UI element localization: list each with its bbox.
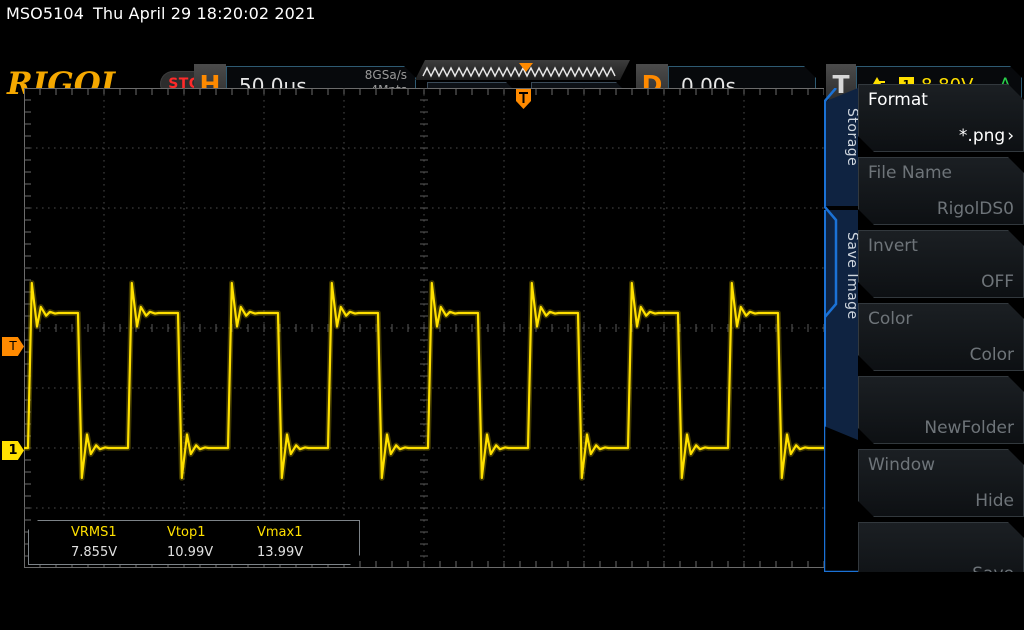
menu-panel: Format *.png › File Name RigolDS0 Invert … <box>858 84 1024 584</box>
menu-item-label: Invert <box>868 236 918 256</box>
sample-rate: 8GSa/s <box>364 68 407 82</box>
overview-trigger-marker-icon[interactable] <box>519 63 533 72</box>
trigger-level-marker[interactable]: T <box>2 337 24 356</box>
menu-item-value: Color <box>969 345 1014 365</box>
menu-item-value: RigolDS0 <box>936 199 1014 219</box>
side-tab-save-image[interactable]: Save Image <box>824 210 858 440</box>
channel1-ground-marker[interactable]: 1 <box>2 441 24 460</box>
menu-item-format[interactable]: Format *.png › <box>858 84 1024 152</box>
measurement-name: VRMS1 <box>71 525 117 540</box>
chevron-right-icon: › <box>1007 126 1014 146</box>
menu-item-file-name[interactable]: File Name RigolDS0 <box>858 157 1024 225</box>
waveform-display[interactable] <box>24 88 824 568</box>
waveform-overview-strip[interactable] <box>415 60 630 80</box>
menu-item-value: NewFolder <box>924 418 1014 438</box>
menu-item-label: File Name <box>868 163 953 183</box>
oscilloscope-screen: MSO5104 Thu April 29 18:20:02 2021 RIGOL … <box>0 0 1024 630</box>
menu-item-new-folder[interactable]: NewFolder <box>858 376 1024 444</box>
side-tab-strip: Storage Save Image <box>824 88 858 568</box>
side-tab-storage[interactable]: Storage <box>824 88 858 206</box>
menu-item-window[interactable]: Window Hide <box>858 449 1024 517</box>
bottom-bar: 1 5.00V -10.4V 2 <box>0 572 1024 630</box>
toolbar: RIGOL STOP H 50.0us 8GSa/s 4Mpts Measure… <box>0 28 1024 84</box>
measurement-item[interactable]: Vmax1 13.99V <box>257 525 303 560</box>
menu-item-value: *.png › <box>959 126 1014 146</box>
menu-item-label: Format <box>868 90 928 110</box>
instrument-model: MSO5104 <box>6 4 84 23</box>
measurement-value: 10.99V <box>167 545 214 560</box>
measurement-panel[interactable]: VRMS1 7.855V Vtop1 10.99V Vmax1 13.99V <box>28 520 360 565</box>
side-tab-storage-label: Storage <box>844 108 860 167</box>
menu-item-value: OFF <box>981 272 1014 292</box>
menu-item-invert[interactable]: Invert OFF <box>858 230 1024 298</box>
measurement-name: Vtop1 <box>167 525 206 540</box>
system-datetime: Thu April 29 18:20:02 2021 <box>92 4 316 23</box>
menu-item-color[interactable]: Color Color <box>858 303 1024 371</box>
trigger-position-marker-icon[interactable] <box>515 88 532 110</box>
measurement-value: 13.99V <box>257 545 304 560</box>
menu-item-value: Hide <box>975 491 1014 511</box>
menu-item-label: Window <box>868 455 936 475</box>
measurement-item[interactable]: Vtop1 10.99V <box>167 525 213 560</box>
grid-and-trace <box>24 88 824 568</box>
measurement-value: 7.855V <box>71 545 118 560</box>
menu-item-value-text: *.png <box>958 126 1006 146</box>
side-tab-save-image-label: Save Image <box>844 232 860 320</box>
measurement-item[interactable]: VRMS1 7.855V <box>71 525 117 560</box>
measurement-name: Vmax1 <box>257 525 303 540</box>
menu-item-label: Color <box>868 309 913 329</box>
titlebar: MSO5104 Thu April 29 18:20:02 2021 <box>0 0 1024 28</box>
